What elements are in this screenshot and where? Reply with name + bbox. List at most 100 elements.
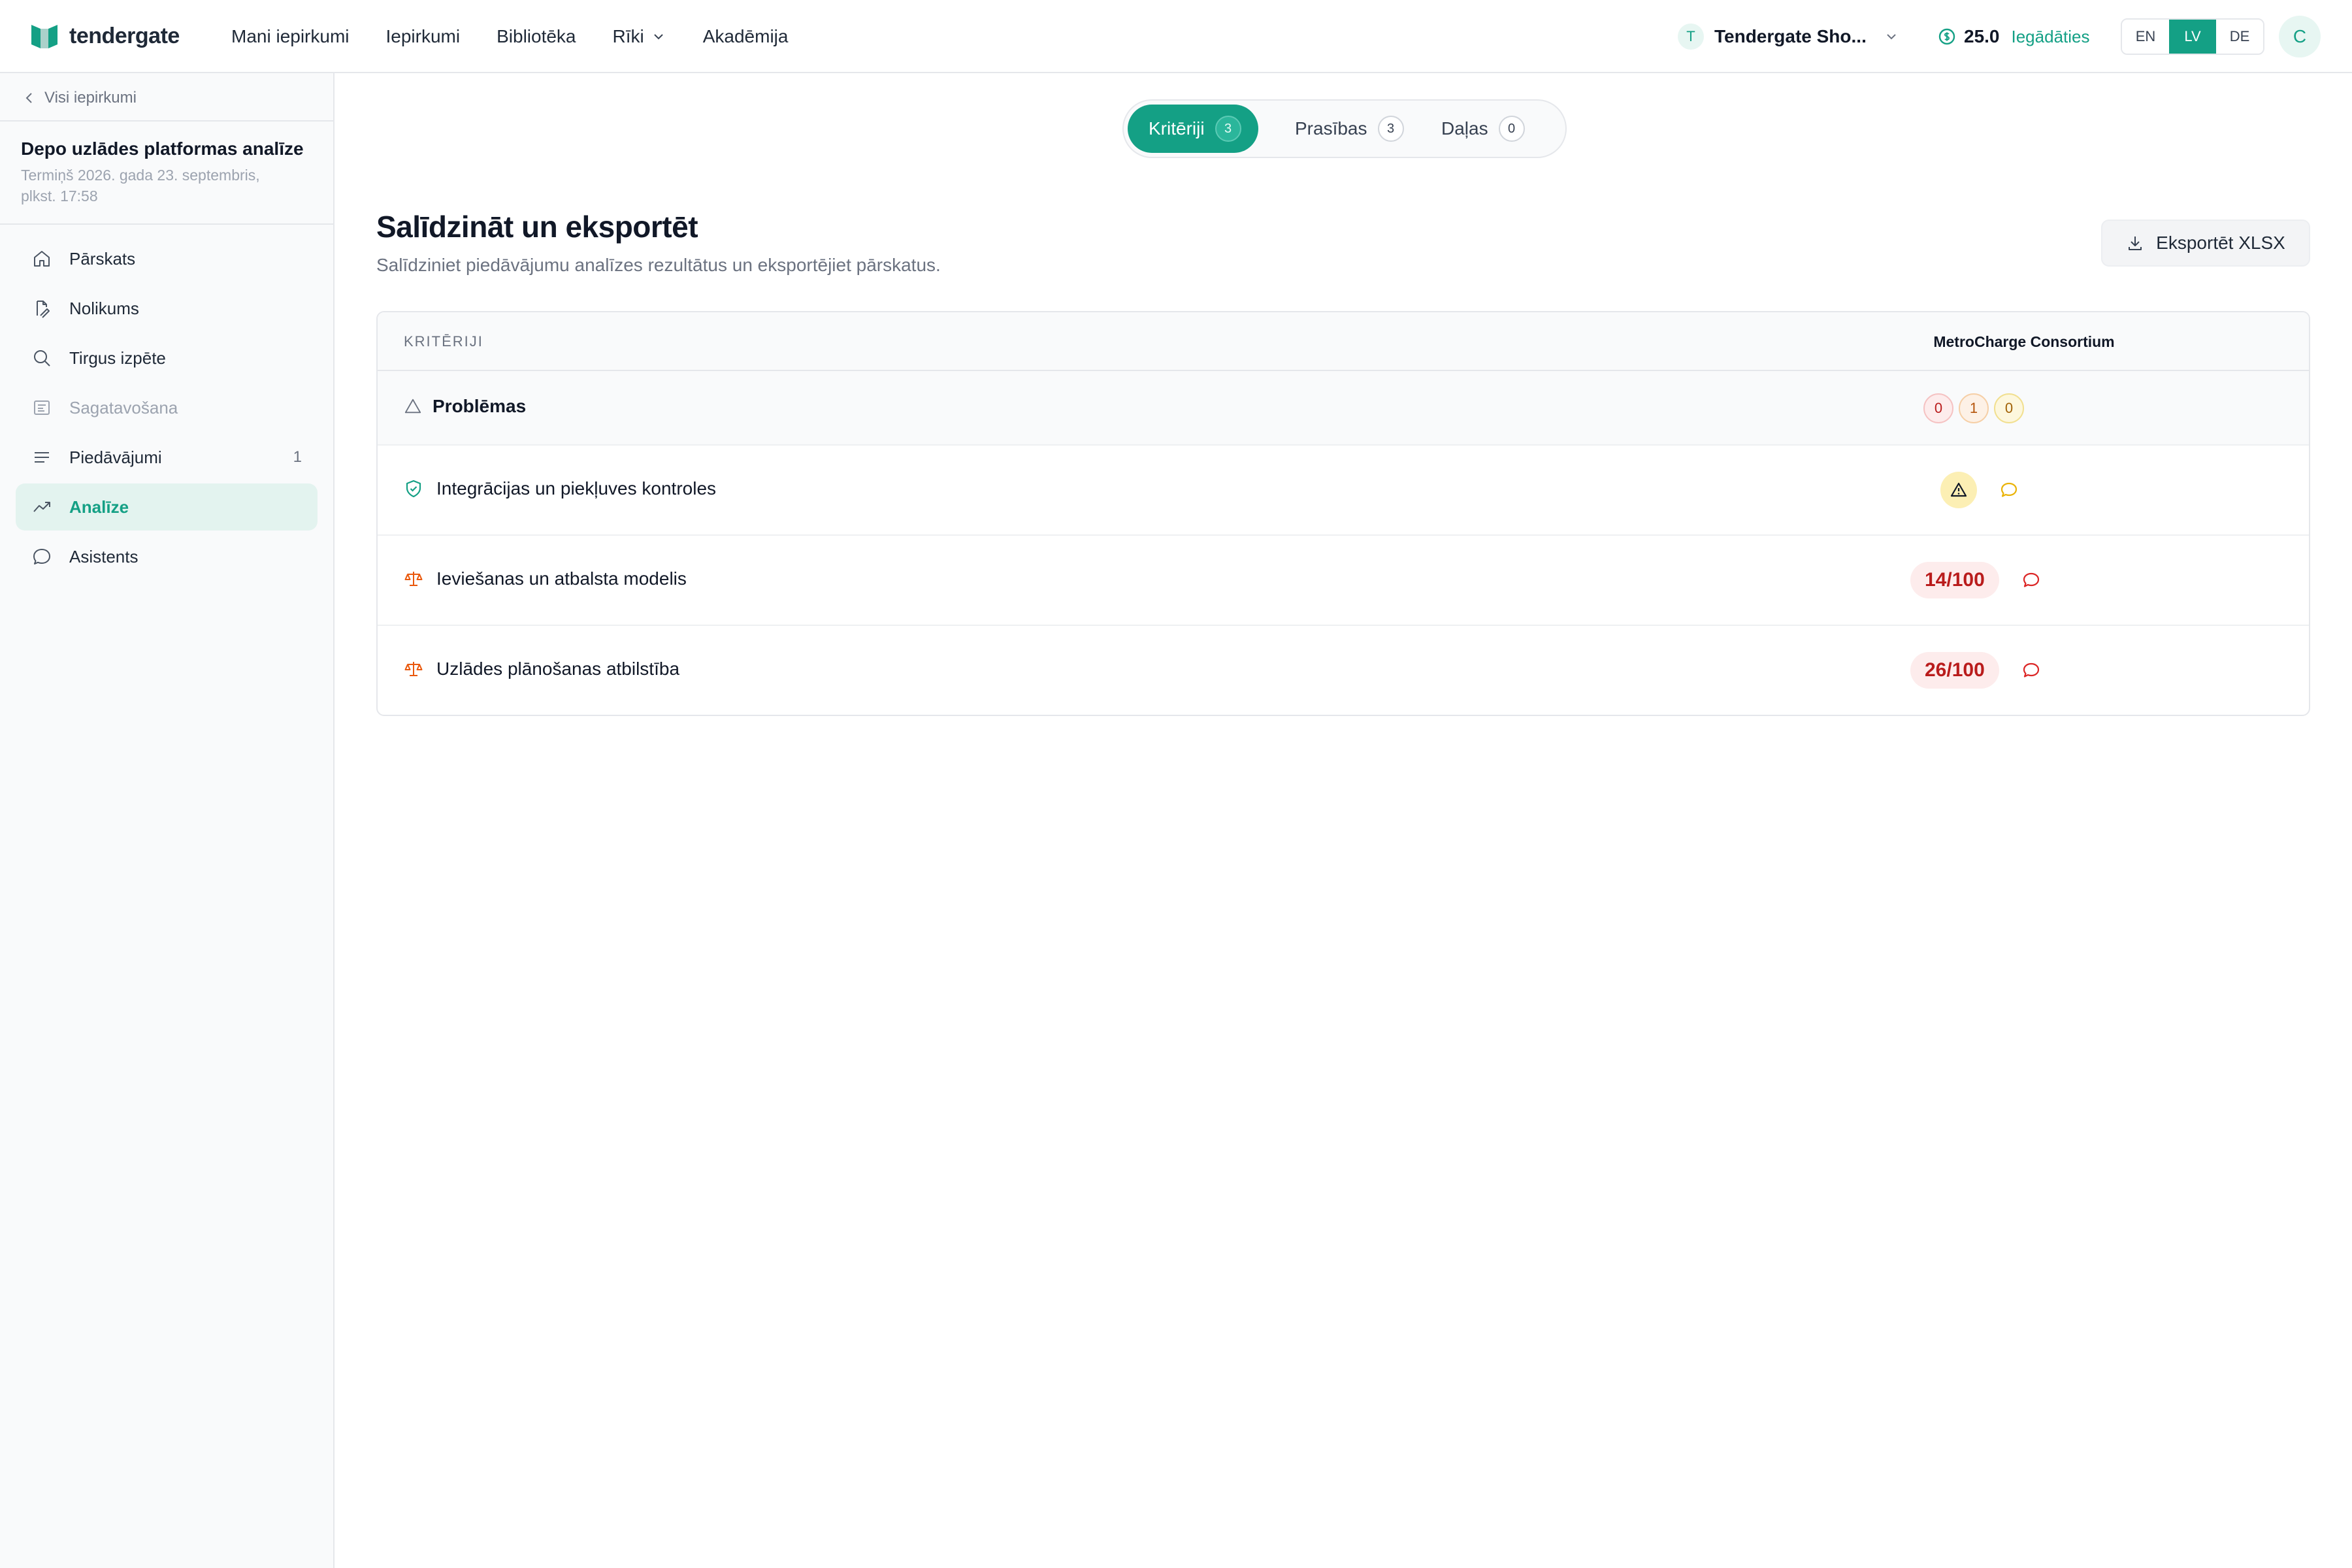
sidebar-item-label: Piedāvājumi — [69, 447, 162, 467]
tab-label: Kritēriji — [1149, 118, 1205, 139]
warning-icon — [404, 399, 421, 414]
criterion-result — [1940, 472, 2019, 508]
criterion-label: Ieviešanas un atbalsta modelis — [404, 568, 687, 589]
warning-badge[interactable] — [1940, 472, 1977, 508]
tab-requirements[interactable]: Prasības 3 — [1274, 105, 1421, 153]
nav-my-procurements[interactable]: Mani iepirkumi — [231, 26, 350, 47]
view-tabs: Kritēriji 3 Prasības 3 Daļas 0 — [1122, 99, 1567, 158]
sidebar-item-analysis[interactable]: Analīze — [16, 483, 318, 531]
export-xlsx-button[interactable]: Eksportēt XLSX — [2101, 220, 2310, 267]
criterion-label: Uzlādes plānošanas atbilstība — [404, 659, 679, 679]
tab-criteria[interactable]: Kritēriji 3 — [1128, 105, 1258, 153]
project-deadline: Termiņš 2026. gada 23. septembris, plkst… — [21, 165, 308, 206]
minor-count-badge[interactable]: 0 — [1994, 393, 2024, 423]
table-row[interactable]: Integrācijas un piekļuves kontroles — [378, 446, 2309, 536]
list-icon — [35, 452, 49, 463]
vendor-column-header[interactable]: MetroCharge Consortium — [1880, 333, 2168, 351]
nav-label: Rīki — [612, 26, 644, 46]
sidebar-menu: Pārskats Nolikums Tirgus izpēte Sagatavo… — [16, 235, 318, 583]
nav-label: Mani iepirkumi — [231, 26, 350, 46]
sidebar: Visi iepirkumi Depo uzlādes platformas a… — [0, 73, 335, 1568]
nav-procurements[interactable]: Iepirkumi — [386, 26, 461, 47]
sidebar-item-label: Asistents — [69, 546, 139, 566]
table-row[interactable]: Ieviešanas un atbalsta modelis 14/100 — [378, 536, 2309, 626]
lang-de-button[interactable]: DE — [2216, 20, 2263, 54]
nav-label: Bibliotēka — [497, 26, 576, 46]
deadline-line-1: Termiņš 2026. gada 23. septembris, — [21, 167, 260, 184]
divider — [0, 223, 333, 225]
tab-lots[interactable]: Daļas 0 — [1420, 105, 1542, 153]
user-avatar[interactable]: C — [2279, 16, 2321, 57]
trend-icon — [33, 502, 50, 512]
sidebar-item-offers[interactable]: Piedāvājumi 1 — [16, 434, 318, 481]
sidebar-item-overview[interactable]: Pārskats — [16, 235, 318, 282]
criteria-column-header: KRITĒRIJI — [404, 333, 483, 350]
organization-selector[interactable]: T Tendergate Sho... — [1678, 22, 1899, 51]
buy-credits-link[interactable]: Iegādāties — [2012, 27, 2090, 47]
critical-count-badge[interactable]: 0 — [1923, 393, 1953, 423]
file-icon — [37, 301, 50, 318]
chat-icon — [33, 549, 50, 564]
divider — [0, 120, 333, 122]
comment-icon[interactable] — [1999, 480, 2019, 500]
criterion-result: 14/100 — [1910, 562, 2041, 598]
sidebar-item-market-research[interactable]: Tirgus izpēte — [16, 335, 318, 382]
sidebar-item-label: Tirgus izpēte — [69, 348, 166, 368]
chevron-down-icon — [654, 34, 663, 40]
score-badge[interactable]: 14/100 — [1910, 562, 1999, 598]
tab-label: Prasības — [1295, 118, 1367, 139]
back-link[interactable]: Visi iepirkumi — [22, 86, 137, 110]
tab-count: 3 — [1377, 116, 1404, 142]
row-label: Integrācijas un piekļuves kontroles — [436, 478, 717, 498]
page-title: Salīdzināt un eksportēt — [376, 210, 698, 244]
lang-lv-button[interactable]: LV — [2169, 20, 2216, 54]
criterion-label: Integrācijas un piekļuves kontroles — [404, 478, 716, 499]
comment-icon[interactable] — [2021, 661, 2041, 680]
row-label: Ieviešanas un atbalsta modelis — [436, 568, 687, 589]
download-icon — [2129, 237, 2142, 250]
tab-label: Daļas — [1441, 118, 1488, 139]
lang-en-button[interactable]: EN — [2122, 20, 2169, 54]
scale-icon — [404, 662, 423, 676]
nav-library[interactable]: Bibliotēka — [497, 26, 576, 47]
nav-academy[interactable]: Akadēmija — [703, 26, 789, 47]
warning-icon — [1950, 482, 1967, 497]
major-count-badge[interactable]: 1 — [1959, 393, 1989, 423]
project-title: Depo uzlādes platformas analīze — [21, 139, 304, 159]
credits-display: 25.0 Iegādāties — [1938, 22, 2089, 51]
page-subtitle: Salīdziniet piedāvājumu analīzes rezultā… — [376, 255, 941, 275]
brand-name: tendergate — [69, 23, 180, 48]
sidebar-item-label: Analīze — [69, 497, 129, 517]
export-label: Eksportēt XLSX — [2156, 233, 2285, 253]
offers-count: 1 — [293, 448, 302, 466]
sidebar-item-label: Sagatavošana — [69, 397, 178, 417]
problem-counts: 0 1 0 — [1923, 393, 2029, 423]
tab-count: 3 — [1215, 116, 1241, 142]
nav-label: Iepirkumi — [385, 26, 461, 46]
sidebar-item-label: Nolikums — [69, 298, 139, 318]
table-row[interactable]: Uzlādes plānošanas atbilstība 26/100 — [378, 626, 2309, 715]
top-bar: tendergate Mani iepirkumi Iepirkumi Bibl… — [0, 0, 2352, 73]
sidebar-item-preparation[interactable]: Sagatavošana — [16, 384, 318, 431]
org-name: Tendergate Sho... — [1714, 26, 1867, 46]
chevron-left-icon — [25, 93, 32, 103]
shield-icon — [406, 480, 421, 498]
main-nav: Mani iepirkumi Iepirkumi Bibliotēka Rīki… — [231, 0, 825, 73]
problems-label: Problēmas — [404, 396, 526, 417]
coin-icon — [1938, 28, 1955, 45]
document-icon — [34, 400, 50, 415]
sidebar-item-regulations[interactable]: Nolikums — [16, 285, 318, 332]
sidebar-item-assistant[interactable]: Asistents — [16, 533, 318, 580]
brand-logo[interactable]: tendergate — [30, 22, 180, 50]
comment-icon[interactable] — [2021, 570, 2041, 590]
deadline-line-2: plkst. 17:58 — [21, 188, 98, 204]
row-label: Problēmas — [433, 396, 527, 416]
row-label: Uzlādes plānošanas atbilstība — [436, 659, 680, 679]
scale-icon — [404, 572, 423, 586]
criterion-result: 26/100 — [1910, 652, 2041, 689]
sidebar-item-label: Pārskats — [69, 248, 136, 269]
search-icon — [34, 350, 50, 367]
language-switcher: EN LV DE — [2121, 18, 2264, 55]
nav-tools[interactable]: Rīki — [613, 26, 666, 47]
score-badge[interactable]: 26/100 — [1910, 652, 1999, 689]
